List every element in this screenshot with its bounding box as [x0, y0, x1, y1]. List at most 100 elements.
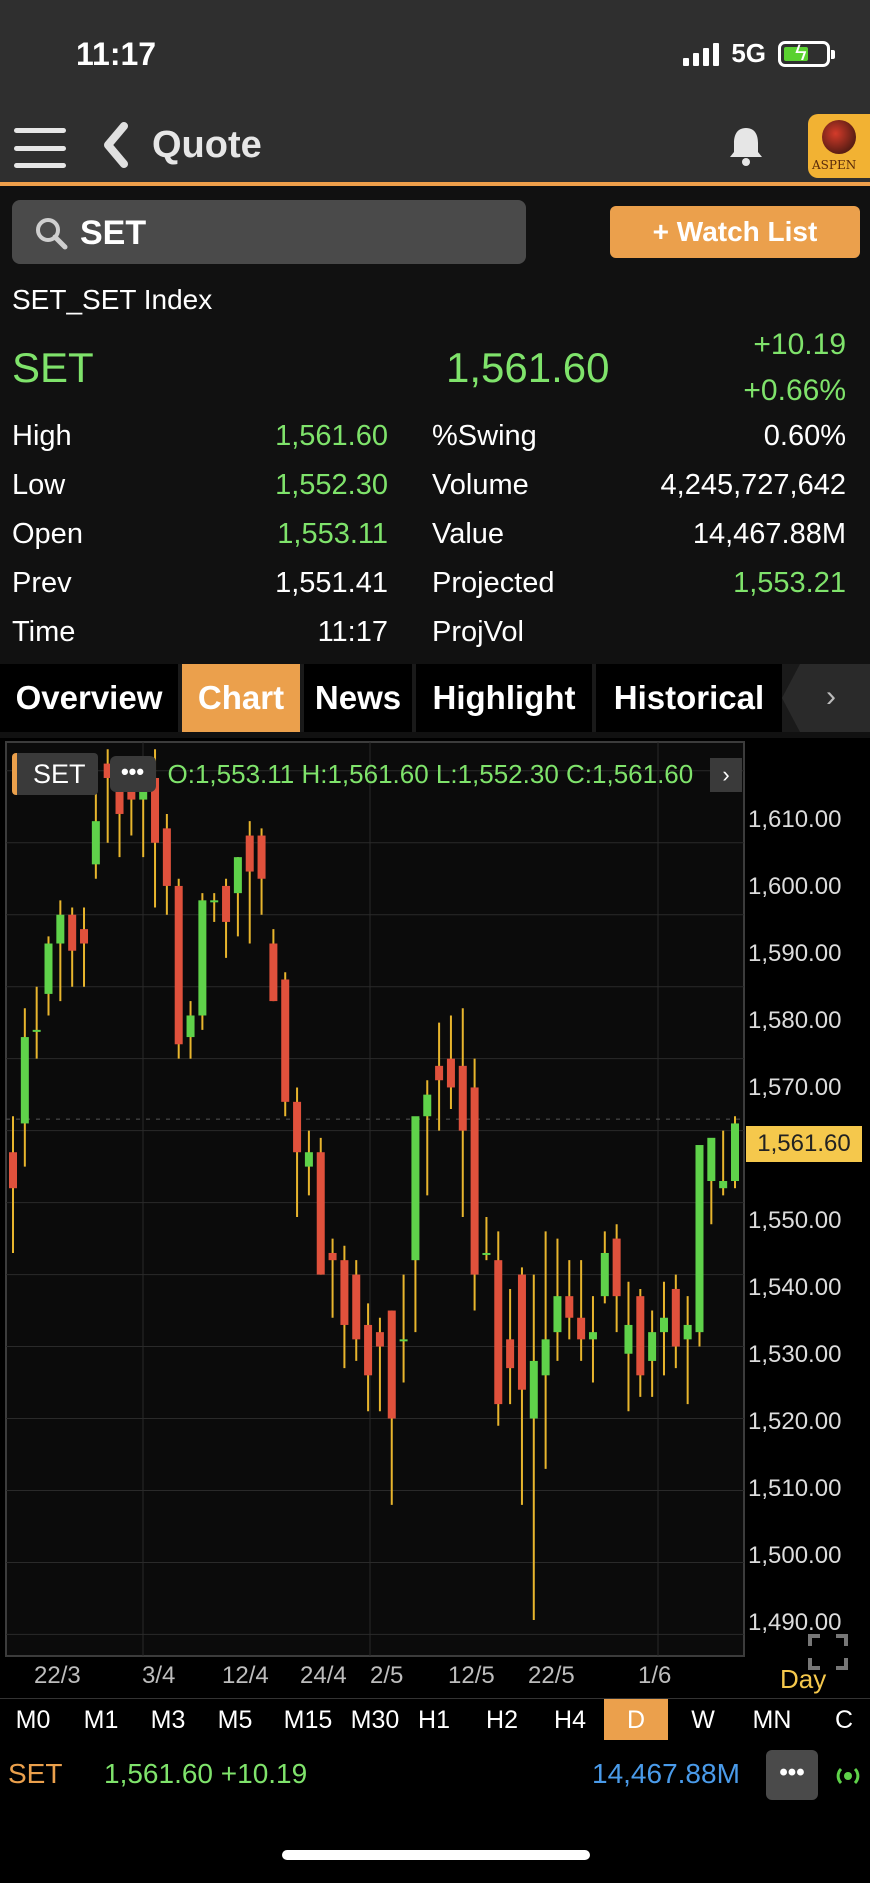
- candle-body: [435, 1065, 444, 1081]
- x-tick: 22/5: [528, 1662, 575, 1689]
- stat-row-high: High 1,561.60: [12, 420, 388, 468]
- chart-more-button[interactable]: •••: [109, 756, 156, 792]
- candle-body: [494, 1260, 503, 1405]
- timeframe-h4[interactable]: H4: [538, 1699, 602, 1741]
- tab-news[interactable]: News: [304, 664, 412, 732]
- tab-chart[interactable]: Chart: [182, 664, 300, 732]
- stat-label: Projected: [432, 567, 555, 599]
- home-indicator-zone: [0, 1810, 870, 1883]
- timeframe-m3[interactable]: M3: [135, 1699, 201, 1741]
- candle: [281, 972, 290, 1117]
- chart-ohlc-header: SET ••• O:1,553.11 H:1,561.60 L:1,552.30…: [12, 752, 716, 796]
- symbol-search-input[interactable]: SET: [12, 200, 526, 264]
- y-tick: 1,610.00: [748, 806, 842, 833]
- tab-highlight[interactable]: Highlight: [416, 664, 592, 732]
- candle-body: [553, 1296, 562, 1333]
- stat-label: Time: [12, 616, 76, 648]
- stat-value: 1,561.60: [275, 420, 388, 452]
- tab-overview[interactable]: Overview: [0, 664, 178, 732]
- stat-row-open: Open 1,553.11: [12, 518, 388, 566]
- page-title: Quote: [152, 124, 262, 166]
- timeframe-m30[interactable]: M30: [342, 1699, 408, 1741]
- candle-body: [44, 943, 53, 994]
- menu-icon[interactable]: [14, 128, 66, 168]
- candlestick-chart[interactable]: [0, 738, 870, 1698]
- status-indicators: 5G ϟ: [683, 38, 835, 69]
- logo-text: ASPEN: [812, 158, 857, 172]
- home-indicator[interactable]: [282, 1850, 590, 1860]
- timeframe-bar: M0 M1 M3 M5 M15 M30 H1 H2 H4 D W MN C: [0, 1698, 870, 1741]
- y-tick: 1,530.00: [748, 1341, 842, 1368]
- stat-value: 1,553.21: [733, 567, 846, 599]
- candle-body: [482, 1252, 491, 1255]
- add-watch-list-button[interactable]: + Watch List: [610, 206, 860, 258]
- back-chevron-icon[interactable]: [100, 120, 130, 170]
- quote-tab-bar: Overview Chart News Highlight Historical…: [0, 664, 870, 732]
- ticker-symbol[interactable]: SET: [8, 1758, 62, 1790]
- stat-value: 1,553.11: [277, 518, 388, 550]
- chart-period-label: Day: [780, 1664, 827, 1694]
- candle-body: [352, 1274, 361, 1340]
- stat-label: %Swing: [432, 420, 537, 452]
- candle-body: [198, 900, 207, 1016]
- quote-symbol: SET: [12, 344, 94, 391]
- candle-body: [56, 914, 65, 944]
- last-price-flag: 1,561.60: [746, 1126, 862, 1162]
- x-tick: 24/4: [300, 1662, 347, 1689]
- candle-body: [671, 1288, 680, 1347]
- stat-value: 0.60%: [763, 420, 846, 452]
- candle-body: [245, 835, 254, 872]
- candle-body: [659, 1317, 668, 1333]
- timeframe-m15[interactable]: M15: [272, 1699, 344, 1741]
- notification-bell-icon[interactable]: [726, 124, 766, 168]
- y-tick: 1,590.00: [748, 940, 842, 967]
- aspen-logo[interactable]: ASPEN: [808, 114, 870, 178]
- ohlc-readout: O:1,553.11 H:1,561.60 L:1,552.30 C:1,561…: [167, 758, 694, 789]
- stat-label: High: [12, 420, 72, 452]
- price-chart[interactable]: SET ••• O:1,553.11 H:1,561.60 L:1,552.30…: [0, 738, 870, 1698]
- candle-body: [458, 1065, 467, 1131]
- status-time: 11:17: [76, 36, 157, 72]
- candle-body: [517, 1274, 526, 1390]
- y-tick: 1,600.00: [748, 873, 842, 900]
- y-tick: 1,540.00: [748, 1274, 842, 1301]
- candle-body: [719, 1181, 728, 1189]
- tab-historical[interactable]: Historical: [596, 664, 782, 732]
- candle-body: [186, 1015, 195, 1038]
- candle-body: [222, 885, 231, 922]
- battery-icon: ϟ: [778, 40, 835, 67]
- x-tick: 3/4: [142, 1662, 176, 1689]
- candle-body: [506, 1339, 515, 1369]
- globe-icon: [822, 120, 856, 154]
- index-full-name: SET_SET Index: [12, 284, 213, 315]
- search-icon: [36, 218, 68, 250]
- timeframe-w[interactable]: W: [672, 1699, 734, 1741]
- stat-row-low: Low 1,552.30: [12, 469, 388, 517]
- ticker-more-button[interactable]: •••: [766, 1750, 818, 1800]
- x-tick: 2/5: [370, 1662, 404, 1689]
- candle-body: [731, 1123, 739, 1182]
- stat-row-swing: %Swing 0.60%: [432, 420, 846, 468]
- candle-body: [328, 1252, 337, 1261]
- ohlc-expand-chevron-icon[interactable]: ›: [710, 758, 742, 792]
- stat-label: Open: [12, 518, 83, 550]
- timeframe-h2[interactable]: H2: [472, 1699, 532, 1741]
- x-tick: 12/4: [222, 1662, 269, 1689]
- candle-body: [683, 1324, 692, 1340]
- timeframe-d[interactable]: D: [604, 1699, 668, 1741]
- timeframe-mn[interactable]: MN: [738, 1699, 806, 1741]
- chevron-right-icon: ›: [826, 680, 836, 713]
- stat-row-projected: Projected 1,553.21: [432, 567, 846, 615]
- timeframe-m0[interactable]: M0: [0, 1699, 66, 1741]
- chart-symbol-chip[interactable]: SET: [12, 753, 98, 795]
- timeframe-h1[interactable]: H1: [404, 1699, 464, 1741]
- x-tick: 22/3: [34, 1662, 81, 1689]
- candle-body: [340, 1260, 349, 1325]
- stat-row-value: Value 14,467.88M: [432, 518, 846, 566]
- candle: [494, 1231, 503, 1426]
- candle-body: [68, 914, 77, 951]
- timeframe-m5[interactable]: M5: [202, 1699, 268, 1741]
- candle: [174, 878, 183, 1059]
- timeframe-c[interactable]: C: [818, 1699, 870, 1741]
- timeframe-m1[interactable]: M1: [68, 1699, 134, 1741]
